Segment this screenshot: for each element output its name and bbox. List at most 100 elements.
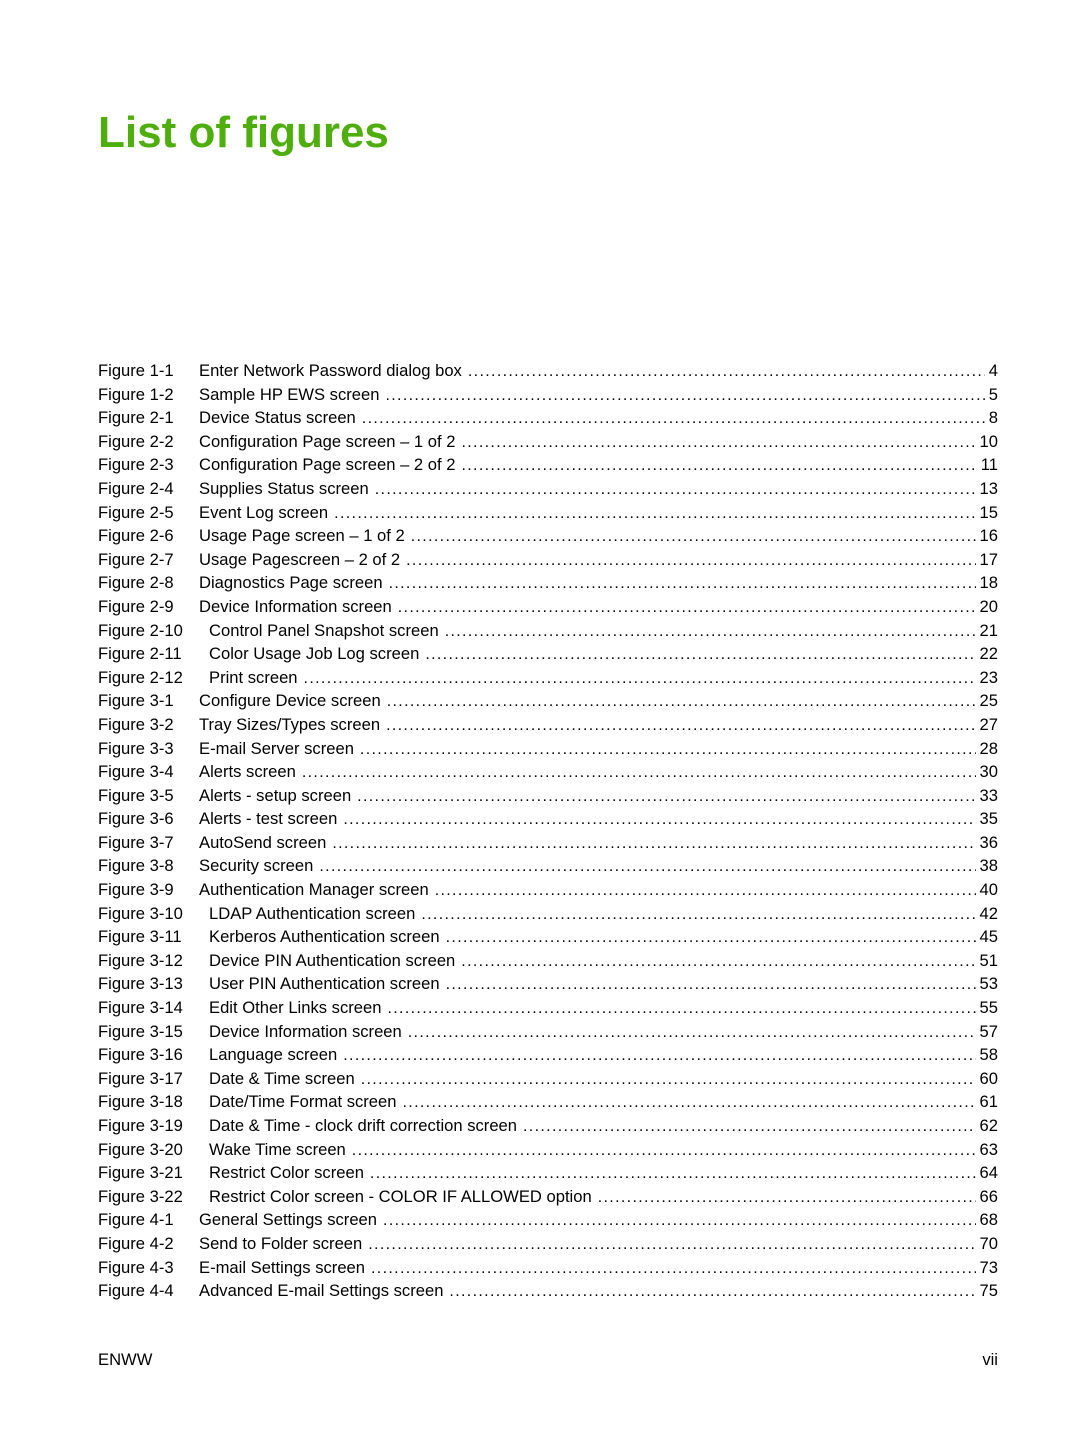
figure-page-number[interactable]: 57 (980, 1020, 998, 1044)
figure-entry[interactable]: Figure 4-4 Advanced E-mail Settings scree… (98, 1279, 998, 1303)
figure-caption[interactable]: E-mail Server screen (199, 737, 354, 761)
figure-page-number[interactable]: 11 (981, 453, 998, 477)
figure-caption[interactable]: Device PIN Authentication screen (209, 949, 455, 973)
figure-caption[interactable]: Security screen (199, 854, 313, 878)
figure-entry[interactable]: Figure 3-16 Language screen 58 (98, 1043, 998, 1067)
figure-caption[interactable]: Event Log screen (199, 501, 328, 525)
figure-page-number[interactable]: 8 (989, 406, 998, 430)
figure-entry[interactable]: Figure 3-15 Device Information screen 57 (98, 1020, 998, 1044)
figure-entry[interactable]: Figure 3-14 Edit Other Links screen 55 (98, 996, 998, 1020)
figure-caption[interactable]: Configure Device screen (199, 689, 381, 713)
figure-caption[interactable]: Wake Time screen (209, 1138, 346, 1162)
figure-entry[interactable]: Figure 2-3 Configuration Page screen – 2 … (98, 453, 998, 477)
figure-page-number[interactable]: 62 (980, 1114, 998, 1138)
figure-page-number[interactable]: 60 (980, 1067, 998, 1091)
figure-entry[interactable]: Figure 2-5 Event Log screen 15 (98, 501, 998, 525)
figure-entry[interactable]: Figure 3-22 Restrict Color screen - COLOR… (98, 1185, 998, 1209)
figure-entry[interactable]: Figure 2-12 Print screen 23 (98, 666, 998, 690)
figure-caption[interactable]: Restrict Color screen - COLOR IF ALLOWED… (209, 1185, 592, 1209)
figure-page-number[interactable]: 27 (980, 713, 998, 737)
figure-caption[interactable]: Alerts screen (199, 760, 296, 784)
figure-entry[interactable]: Figure 4-1 General Settings screen 68 (98, 1208, 998, 1232)
figure-page-number[interactable]: 23 (980, 666, 998, 690)
figure-entry[interactable]: Figure 3-10 LDAP Authentication screen 42 (98, 902, 998, 926)
figure-page-number[interactable]: 35 (980, 807, 998, 831)
figure-page-number[interactable]: 10 (980, 430, 998, 454)
figure-caption[interactable]: Enter Network Password dialog box (199, 359, 462, 383)
figure-entry[interactable]: Figure 3-6 Alerts - test screen 35 (98, 807, 998, 831)
figure-entry[interactable]: Figure 3-9 Authentication Manager screen 4… (98, 878, 998, 902)
figure-entry[interactable]: Figure 3-20 Wake Time screen 63 (98, 1138, 998, 1162)
figure-entry[interactable]: Figure 4-2 Send to Folder screen 70 (98, 1232, 998, 1256)
figure-page-number[interactable]: 30 (980, 760, 998, 784)
figure-caption[interactable]: Device Status screen (199, 406, 356, 430)
figure-caption[interactable]: Usage Page screen – 1 of 2 (199, 524, 405, 548)
figure-entry[interactable]: Figure 2-2 Configuration Page screen – 1 … (98, 430, 998, 454)
figure-entry[interactable]: Figure 3-13 User PIN Authentication scree… (98, 972, 998, 996)
figure-page-number[interactable]: 36 (980, 831, 998, 855)
figure-caption[interactable]: Color Usage Job Log screen (209, 642, 419, 666)
figure-entry[interactable]: Figure 3-7 AutoSend screen 36 (98, 831, 998, 855)
figure-caption[interactable]: AutoSend screen (199, 831, 326, 855)
figure-entry[interactable]: Figure 2-1 Device Status screen 8 (98, 406, 998, 430)
figure-entry[interactable]: Figure 1-1 Enter Network Password dialog … (98, 359, 998, 383)
figure-entry[interactable]: Figure 2-6 Usage Page screen – 1 of 2 16 (98, 524, 998, 548)
figure-page-number[interactable]: 66 (980, 1185, 998, 1209)
figure-entry[interactable]: Figure 2-11 Color Usage Job Log screen 22 (98, 642, 998, 666)
figure-page-number[interactable]: 70 (980, 1232, 998, 1256)
figure-caption[interactable]: Sample HP EWS screen (199, 383, 379, 407)
figure-entry[interactable]: Figure 3-3 E-mail Server screen 28 (98, 737, 998, 761)
figure-entry[interactable]: Figure 3-1 Configure Device screen 25 (98, 689, 998, 713)
figure-caption[interactable]: Print screen (209, 666, 298, 690)
figure-page-number[interactable]: 17 (980, 548, 998, 572)
figure-caption[interactable]: Date/Time Format screen (209, 1090, 397, 1114)
figure-entry[interactable]: Figure 1-2 Sample HP EWS screen 5 (98, 383, 998, 407)
figure-entry[interactable]: Figure 3-11 Kerberos Authentication scree… (98, 925, 998, 949)
figure-page-number[interactable]: 38 (980, 854, 998, 878)
figure-caption[interactable]: Advanced E-mail Settings screen (199, 1279, 443, 1303)
figure-page-number[interactable]: 58 (980, 1043, 998, 1067)
figure-caption[interactable]: Kerberos Authentication screen (209, 925, 440, 949)
figure-caption[interactable]: General Settings screen (199, 1208, 377, 1232)
figure-entry[interactable]: Figure 3-12 Device PIN Authentication scr… (98, 949, 998, 973)
figure-page-number[interactable]: 40 (980, 878, 998, 902)
figure-entry[interactable]: Figure 4-3 E-mail Settings screen 73 (98, 1256, 998, 1280)
figure-page-number[interactable]: 20 (980, 595, 998, 619)
figure-caption[interactable]: Authentication Manager screen (199, 878, 429, 902)
figure-entry[interactable]: Figure 2-4 Supplies Status screen 13 (98, 477, 998, 501)
figure-caption[interactable]: Edit Other Links screen (209, 996, 381, 1020)
figure-caption[interactable]: Control Panel Snapshot screen (209, 619, 439, 643)
figure-caption[interactable]: E-mail Settings screen (199, 1256, 365, 1280)
figure-page-number[interactable]: 16 (980, 524, 998, 548)
figure-caption[interactable]: User PIN Authentication screen (209, 972, 440, 996)
figure-caption[interactable]: Device Information screen (209, 1020, 402, 1044)
figure-entry[interactable]: Figure 3-5 Alerts - setup screen 33 (98, 784, 998, 808)
figure-caption[interactable]: LDAP Authentication screen (209, 902, 415, 926)
figure-page-number[interactable]: 25 (980, 689, 998, 713)
figure-page-number[interactable]: 61 (980, 1090, 998, 1114)
figure-page-number[interactable]: 68 (980, 1208, 998, 1232)
figure-entry[interactable]: Figure 2-8 Diagnostics Page screen 18 (98, 571, 998, 595)
figure-page-number[interactable]: 4 (989, 359, 998, 383)
figure-page-number[interactable]: 5 (989, 383, 998, 407)
figure-entry[interactable]: Figure 3-19 Date & Time - clock drift cor… (98, 1114, 998, 1138)
figure-page-number[interactable]: 28 (980, 737, 998, 761)
figure-entry[interactable]: Figure 2-10 Control Panel Snapshot screen… (98, 619, 998, 643)
figure-page-number[interactable]: 51 (980, 949, 998, 973)
figure-caption[interactable]: Alerts - test screen (199, 807, 337, 831)
figure-page-number[interactable]: 15 (980, 501, 998, 525)
figure-entry[interactable]: Figure 3-17 Date & Time screen 60 (98, 1067, 998, 1091)
figure-caption[interactable]: Send to Folder screen (199, 1232, 362, 1256)
figure-caption[interactable]: Restrict Color screen (209, 1161, 364, 1185)
figure-page-number[interactable]: 42 (980, 902, 998, 926)
figure-caption[interactable]: Supplies Status screen (199, 477, 369, 501)
figure-page-number[interactable]: 53 (980, 972, 998, 996)
figure-entry[interactable]: Figure 3-8 Security screen 38 (98, 854, 998, 878)
figure-page-number[interactable]: 63 (980, 1138, 998, 1162)
figure-page-number[interactable]: 75 (980, 1279, 998, 1303)
figure-entry[interactable]: Figure 3-21 Restrict Color screen 64 (98, 1161, 998, 1185)
figure-entry[interactable]: Figure 3-2 Tray Sizes/Types screen 27 (98, 713, 998, 737)
figure-page-number[interactable]: 22 (980, 642, 998, 666)
figure-page-number[interactable]: 64 (980, 1161, 998, 1185)
figure-caption[interactable]: Date & Time screen (209, 1067, 355, 1091)
